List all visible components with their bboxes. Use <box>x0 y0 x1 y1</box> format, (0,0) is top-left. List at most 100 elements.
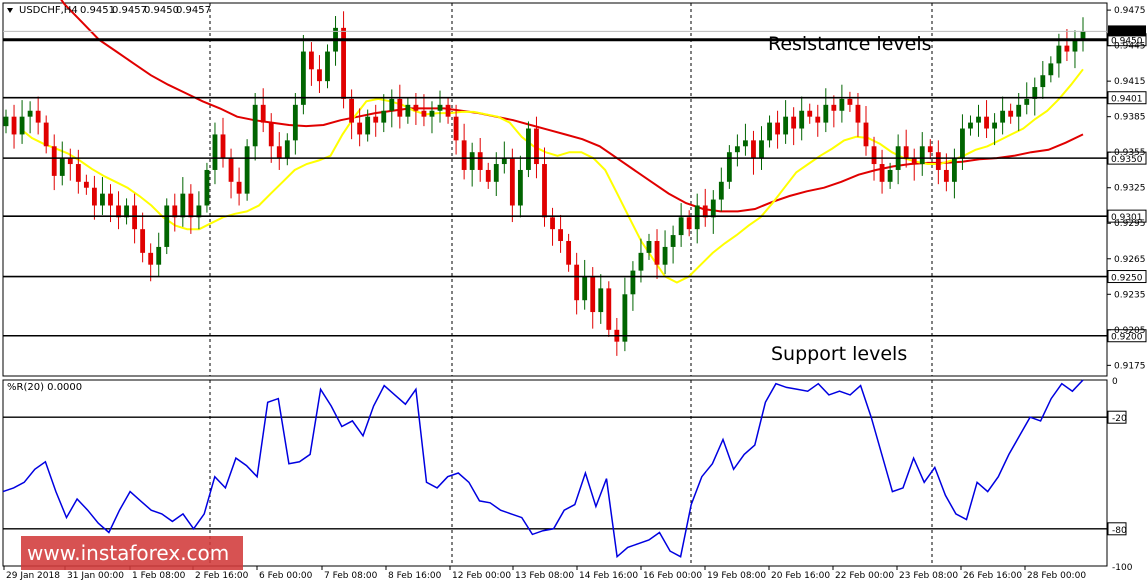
candle-body-70 <box>566 241 572 265</box>
x-tick-label-7: 12 Feb 00:00 <box>452 571 511 581</box>
y-tick-label-8: 0.9235 <box>1114 290 1146 300</box>
candle-body-34 <box>276 146 282 159</box>
level-label-0.9250: 0.9250 <box>1111 274 1143 284</box>
candle-body-95 <box>767 122 772 141</box>
x-tick-label-12: 20 Feb 16:00 <box>771 571 830 581</box>
y-tick-label-3: 0.9385 <box>1114 113 1146 123</box>
candle-body-92 <box>743 140 748 147</box>
y-tick-label-1: 0.9445 <box>1114 42 1146 52</box>
candle-body-50 <box>405 104 411 117</box>
candle-body-91 <box>734 146 740 153</box>
candle-body-79 <box>638 252 644 271</box>
candle-body-29 <box>236 181 242 194</box>
watermark[interactable]: www.instaforex.com <box>21 536 243 570</box>
candle-body-57 <box>461 140 467 170</box>
candle-body-11 <box>91 187 97 206</box>
candle-body-13 <box>108 193 113 206</box>
candle-body-64 <box>517 169 523 206</box>
candle-body-80 <box>646 241 652 253</box>
y-tick-label-2: 0.9415 <box>1114 77 1146 87</box>
candle-body-2 <box>19 116 25 135</box>
candle-body-40 <box>325 51 330 82</box>
candle-body-84 <box>678 217 684 236</box>
candle-body-37 <box>300 51 306 105</box>
candle-body-18 <box>148 252 154 265</box>
candle-body-10 <box>83 181 89 188</box>
y-tick-label-7: 0.9265 <box>1114 255 1146 265</box>
candle-body-7 <box>59 158 65 176</box>
candle-body-132 <box>1064 45 1070 52</box>
candle-body-62 <box>501 158 507 165</box>
price-panel-frame <box>2 2 1108 377</box>
candle-body-3 <box>27 110 33 117</box>
williams-r-indicator <box>2 379 1107 559</box>
candle-body-32 <box>260 104 266 123</box>
candle-body-123 <box>992 122 998 129</box>
candle-body-94 <box>759 140 764 159</box>
ma-fast-line <box>19 68 1084 284</box>
candle-body-127 <box>1024 98 1030 105</box>
x-tick-label-4: 6 Feb 00:00 <box>259 571 313 581</box>
candle-body-22 <box>180 193 186 218</box>
dropdown-triangle-icon[interactable] <box>7 8 13 13</box>
candle-body-16 <box>132 205 138 230</box>
candle-body-28 <box>228 158 234 182</box>
candle-body-106 <box>855 104 861 123</box>
candle-body-44 <box>357 122 363 135</box>
candle-body-60 <box>485 169 491 182</box>
ohlc-open: 0.9451 <box>80 5 115 16</box>
y-tick-label-0: 0.9475 <box>1114 6 1146 16</box>
candle-body-67 <box>542 164 547 218</box>
candle-body-69 <box>558 229 563 242</box>
williams-r-line <box>2 379 1084 559</box>
y-tick-label-9: 0.9205 <box>1114 326 1146 336</box>
candle-body-1 <box>11 116 17 135</box>
x-tick-label-15: 26 Feb 16:00 <box>963 571 1022 581</box>
candle-body-109 <box>879 164 885 182</box>
y-tick-label-4: 0.9355 <box>1114 148 1146 158</box>
candle-body-45 <box>365 116 371 135</box>
x-tick-label-3: 2 Feb 16:00 <box>195 571 249 581</box>
candle-body-90 <box>726 152 732 182</box>
candle-body-82 <box>662 246 668 265</box>
candle-body-27 <box>220 134 226 159</box>
candle-body-58 <box>469 152 475 170</box>
candle-body-59 <box>477 152 483 170</box>
candle-body-89 <box>718 181 724 200</box>
x-tick-label-2: 1 Feb 08:00 <box>132 571 186 581</box>
candle-body-17 <box>140 229 146 253</box>
candle-body-54 <box>437 104 443 111</box>
candle-body-38 <box>309 51 314 70</box>
candle-body-121 <box>976 116 981 123</box>
candle-body-104 <box>839 98 845 111</box>
candle-body-85 <box>686 217 692 230</box>
candle-body-100 <box>807 110 813 117</box>
candle-body-96 <box>775 122 780 135</box>
candle-body-75 <box>606 288 612 330</box>
candle-body-25 <box>204 169 210 206</box>
candle-body-33 <box>268 122 274 147</box>
indicator-label: %R(20) 0.0000 <box>7 382 82 393</box>
x-tick-label-9: 14 Feb 16:00 <box>579 571 638 581</box>
x-tick-label-10: 16 Feb 00:00 <box>643 571 702 581</box>
candle-body-86 <box>694 205 700 230</box>
candle-body-131 <box>1056 45 1062 64</box>
level-label-0.9401: 0.9401 <box>1111 95 1143 105</box>
candle-body-102 <box>823 104 829 123</box>
candle-body-88 <box>710 199 716 218</box>
candle-body-51 <box>413 104 419 111</box>
candle-body-118 <box>951 158 957 182</box>
candle-body-77 <box>622 294 628 342</box>
candle-body-117 <box>943 169 949 182</box>
indicator-tick-label-3: -100 <box>1112 563 1133 573</box>
candle-body-68 <box>550 217 555 230</box>
candle-body-108 <box>871 146 877 165</box>
candle-body-52 <box>421 110 427 117</box>
candle-body-125 <box>1008 110 1014 117</box>
candle-body-23 <box>188 193 194 218</box>
candle-body-126 <box>1016 104 1022 117</box>
indicator-tick-label-1: -20 <box>1112 414 1127 424</box>
candle-body-103 <box>831 104 837 111</box>
candlesticks <box>3 11 1086 356</box>
candle-body-6 <box>51 146 57 176</box>
